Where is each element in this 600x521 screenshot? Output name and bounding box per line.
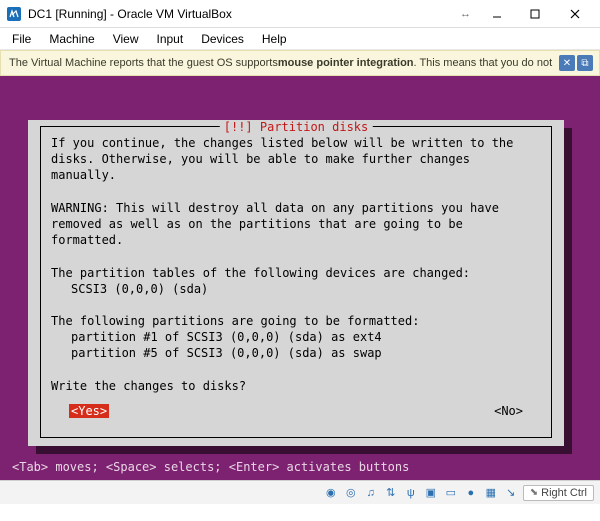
- notification-suppress-icon[interactable]: ⧉: [577, 55, 593, 71]
- menu-help[interactable]: Help: [254, 30, 295, 48]
- menubar: File Machine View Input Devices Help: [0, 28, 600, 50]
- dialog-title: [!!] Partition disks: [220, 120, 373, 134]
- resize-handle-icon: ↔: [460, 8, 476, 20]
- window-title: DC1 [Running] - Oracle VM VirtualBox: [28, 7, 232, 21]
- host-key-indicator[interactable]: ⬊ Right Ctrl: [523, 485, 594, 501]
- notification-bar: The Virtual Machine reports that the gue…: [0, 50, 600, 76]
- hard-disk-icon[interactable]: ◉: [323, 485, 339, 501]
- optical-drive-icon[interactable]: ◎: [343, 485, 359, 501]
- statusbar: ◉ ◎ ♫ ⇅ ψ ▣ ▭ ● ▦ ↘ ⬊ Right Ctrl: [0, 480, 600, 504]
- no-button[interactable]: <No>: [494, 404, 523, 418]
- host-key-label: Right Ctrl: [541, 487, 587, 499]
- window-titlebar: DC1 [Running] - Oracle VM VirtualBox ↔: [0, 0, 600, 28]
- notification-dismiss-icon[interactable]: ✕: [559, 55, 575, 71]
- menu-file[interactable]: File: [4, 30, 39, 48]
- cpu-icon[interactable]: ▦: [483, 485, 499, 501]
- virtualbox-icon: [6, 6, 22, 22]
- titlebar-left: DC1 [Running] - Oracle VM VirtualBox: [6, 6, 232, 22]
- dialog-body-line3: The partition tables of the following de…: [51, 266, 470, 280]
- recording-icon[interactable]: ●: [463, 485, 479, 501]
- notification-text-suffix: . This means that you do not: [414, 57, 553, 69]
- minimize-button[interactable]: [480, 3, 514, 25]
- display-icon[interactable]: ▭: [443, 485, 459, 501]
- dialog-body-line1: If you continue, the changes listed belo…: [51, 136, 521, 182]
- close-button[interactable]: [556, 3, 594, 25]
- dialog-prompt: Write the changes to disks?: [51, 379, 246, 393]
- dialog-body: If you continue, the changes listed belo…: [51, 135, 541, 394]
- dialog-body-line2: WARNING: This will destroy all data on a…: [51, 201, 506, 247]
- audio-icon[interactable]: ♫: [363, 485, 379, 501]
- partition-dialog: [!!] Partition disks If you continue, th…: [28, 120, 564, 446]
- notification-text-bold: mouse pointer integration: [278, 57, 414, 69]
- status-icons: ◉ ◎ ♫ ⇅ ψ ▣ ▭ ● ▦ ↘: [323, 485, 519, 501]
- yes-button[interactable]: <Yes>: [69, 404, 109, 418]
- host-key-arrow-icon: ⬊: [530, 487, 538, 498]
- menu-machine[interactable]: Machine: [41, 30, 102, 48]
- dialog-border: [!!] Partition disks If you continue, th…: [40, 126, 552, 438]
- vm-display[interactable]: [!!] Partition disks If you continue, th…: [0, 76, 600, 480]
- dialog-choices: <Yes> <No>: [51, 404, 541, 418]
- shared-folders-icon[interactable]: ▣: [423, 485, 439, 501]
- dialog-body-line4: The following partitions are going to be…: [51, 314, 419, 328]
- menu-devices[interactable]: Devices: [193, 30, 252, 48]
- partition-entry-1: partition #1 of SCSI3 (0,0,0) (sda) as e…: [51, 329, 541, 345]
- network-icon[interactable]: ⇅: [383, 485, 399, 501]
- usb-icon[interactable]: ψ: [403, 485, 419, 501]
- menu-view[interactable]: View: [105, 30, 147, 48]
- mouse-integration-icon[interactable]: ↘: [503, 485, 519, 501]
- keyboard-hint: <Tab> moves; <Space> selects; <Enter> ac…: [12, 460, 409, 474]
- titlebar-right: ↔: [460, 3, 594, 25]
- device-entry: SCSI3 (0,0,0) (sda): [51, 281, 541, 297]
- notification-text-prefix: The Virtual Machine reports that the gue…: [9, 57, 278, 69]
- maximize-button[interactable]: [518, 3, 552, 25]
- notification-actions: ✕ ⧉: [559, 55, 593, 71]
- menu-input[interactable]: Input: [149, 30, 192, 48]
- partition-entry-2: partition #5 of SCSI3 (0,0,0) (sda) as s…: [51, 345, 541, 361]
